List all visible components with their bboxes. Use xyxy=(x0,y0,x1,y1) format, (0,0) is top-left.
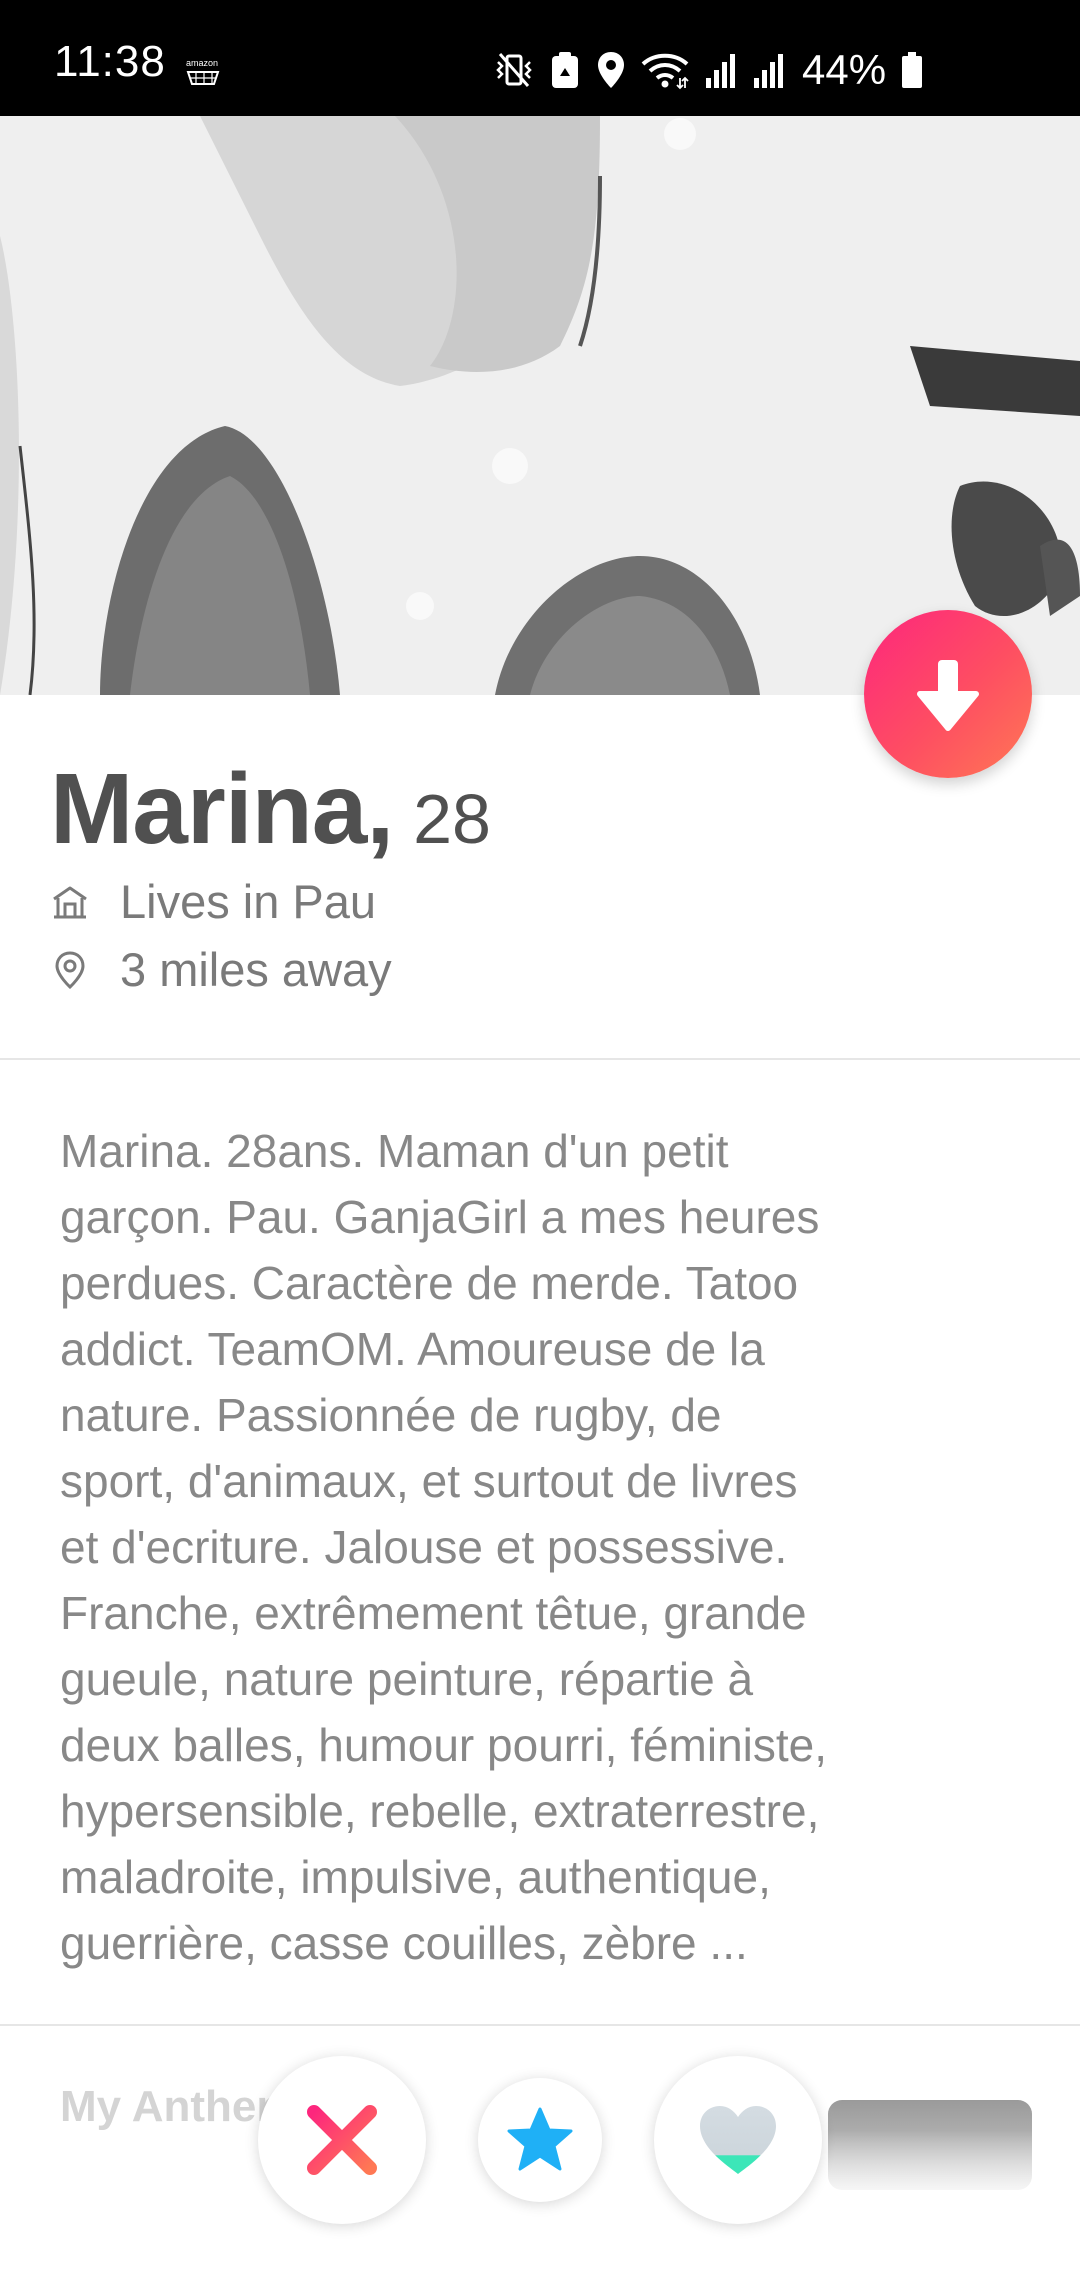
close-x-icon xyxy=(307,2105,377,2175)
expand-profile-button[interactable] xyxy=(864,610,1032,778)
recycle-icon xyxy=(552,52,578,88)
profile-screen: 11:38 amazon 44% Marina, 28 Lives in Pau… xyxy=(0,0,1080,2280)
name-age-heading: Marina, 28 xyxy=(50,752,491,867)
status-icons: 44% xyxy=(494,46,924,94)
battery-percent: 44% xyxy=(802,46,887,93)
super-like-button[interactable] xyxy=(478,2078,602,2202)
profile-age: 28 xyxy=(413,780,491,858)
battery-icon xyxy=(902,52,923,88)
profile-bio: Marina. 28ans. Maman d'un petit garçon. … xyxy=(60,1125,828,1969)
section-divider xyxy=(0,1058,1080,1060)
wifi-icon xyxy=(641,53,689,90)
star-icon xyxy=(507,2107,573,2171)
home-icon xyxy=(53,886,87,918)
profile-name: Marina, xyxy=(50,753,394,865)
signal-2-icon xyxy=(754,54,783,88)
amazon-cart-icon: amazon xyxy=(184,56,224,97)
location-pin-icon xyxy=(55,950,85,989)
distance-row: 3 miles away xyxy=(50,942,392,997)
status-bar: 11:38 amazon 44% xyxy=(0,0,1080,116)
nope-button[interactable] xyxy=(258,2056,426,2224)
like-button[interactable] xyxy=(654,2056,822,2224)
section-divider xyxy=(0,2024,1080,2026)
svg-text:amazon: amazon xyxy=(186,58,218,68)
distance-text: 3 miles away xyxy=(120,943,392,996)
profile-photo[interactable] xyxy=(0,116,1080,695)
status-time: 11:38 xyxy=(54,37,166,86)
mute-vibrate-icon xyxy=(496,53,532,87)
arrow-down-icon xyxy=(917,660,979,731)
lives-in-row: Lives in Pau xyxy=(50,874,376,929)
signal-1-icon xyxy=(706,54,735,88)
location-icon xyxy=(598,52,624,88)
lives-in-text: Lives in Pau xyxy=(120,875,377,928)
heart-icon xyxy=(700,2106,776,2174)
